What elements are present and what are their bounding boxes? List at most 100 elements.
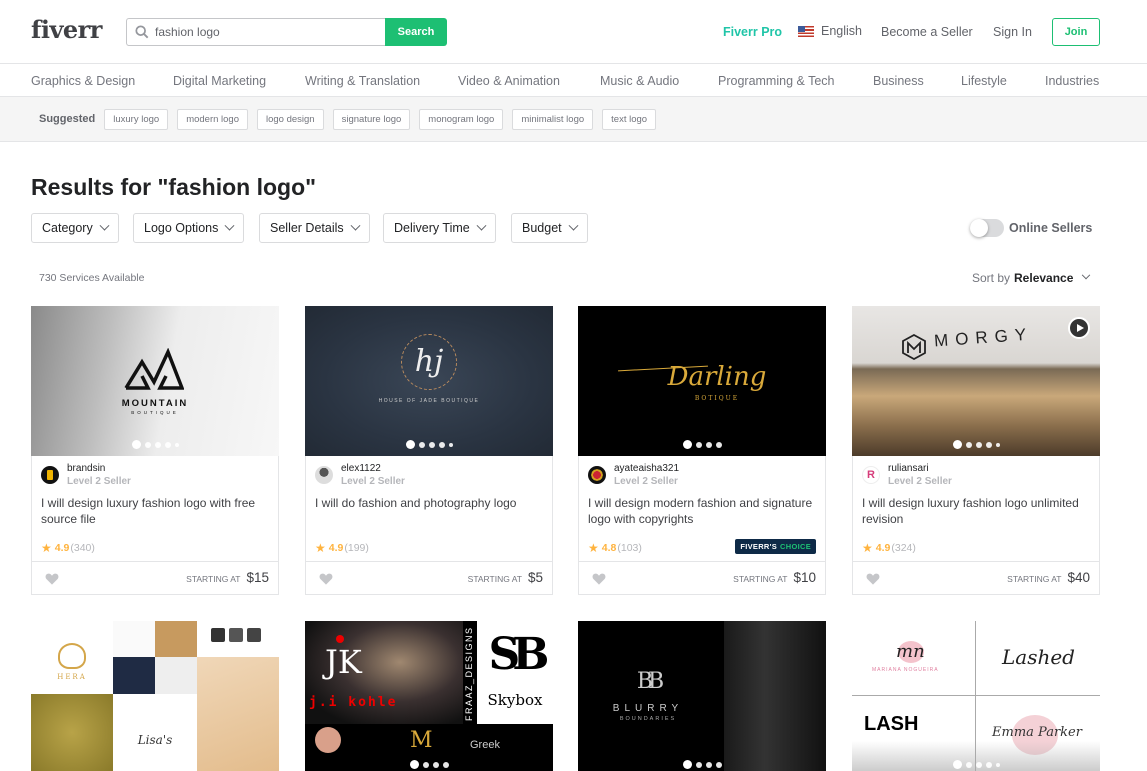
become-seller-link[interactable]: Become a Seller	[881, 25, 973, 39]
carousel-dot[interactable]	[131, 440, 141, 449]
services-count: 730 Services Available	[39, 272, 145, 284]
carousel-dot[interactable]	[705, 441, 712, 448]
carousel-dot[interactable]	[695, 441, 702, 448]
carousel-dot[interactable]	[715, 441, 722, 448]
category-nav: Graphics & Design Digital Marketing Writ…	[0, 65, 1147, 97]
star-icon: ★	[862, 541, 873, 555]
filter-category[interactable]: Category	[31, 213, 119, 243]
category-programming-tech[interactable]: Programming & Tech	[718, 74, 835, 88]
seller-name[interactable]: elex1122	[341, 463, 405, 474]
join-button[interactable]: Join	[1052, 18, 1100, 46]
suggested-chip[interactable]: minimalist logo	[512, 108, 594, 130]
rating-score: 4.9	[328, 542, 344, 554]
play-video-button[interactable]	[1068, 317, 1090, 339]
heart-icon[interactable]	[45, 573, 59, 585]
star-icon: ★	[588, 541, 599, 555]
sign-in-link[interactable]: Sign In	[993, 25, 1032, 39]
carousel-dot[interactable]	[144, 441, 151, 448]
carousel-dot[interactable]	[995, 442, 1000, 447]
heart-icon[interactable]	[866, 573, 880, 585]
carousel-dot[interactable]	[428, 441, 435, 448]
gig-thumbnail[interactable]: Darling BOTIQUE	[578, 306, 826, 456]
heart-icon[interactable]	[319, 573, 333, 585]
search-button[interactable]: Search	[385, 18, 447, 46]
sort-dropdown[interactable]: Sort by Relevance	[972, 270, 1091, 285]
gig-title[interactable]: I will design luxury fashion logo unlimi…	[862, 495, 1094, 527]
language-selector[interactable]: English	[798, 24, 862, 38]
gig-thumbnail[interactable]: hj HOUSE OF JADE BOUTIQUE	[305, 306, 553, 456]
gig-price[interactable]: STARTING AT $5	[468, 570, 543, 585]
gig-card[interactable]: hj HOUSE OF JADE BOUTIQUE elex1122 Level …	[305, 306, 553, 595]
gig-thumbnail[interactable]: HERA Lisa's	[31, 621, 279, 771]
gig-title[interactable]: I will design modern fashion and signatu…	[588, 495, 820, 527]
seller-name[interactable]: ayateaisha321	[614, 463, 679, 474]
carousel-dot[interactable]	[438, 441, 445, 448]
gig-thumbnail[interactable]: MORGY	[852, 306, 1100, 456]
mosaic-tile	[155, 657, 197, 694]
category-digital-marketing[interactable]: Digital Marketing	[173, 74, 266, 88]
online-sellers-toggle[interactable]	[970, 219, 1004, 237]
category-industries[interactable]: Industries	[1045, 74, 1099, 88]
gig-thumbnail[interactable]: mn MARIANA NOGUEIRA Lashed LASH Emma Par…	[852, 621, 1100, 771]
carousel-dot[interactable]	[174, 442, 179, 447]
toggle-knob	[970, 219, 988, 237]
fiverr-pro-link[interactable]: Fiverr Pro	[723, 25, 782, 39]
carousel-dots[interactable]	[852, 440, 1100, 449]
suggested-chip[interactable]: luxury logo	[104, 108, 169, 130]
thumb-text: j.i kohle	[309, 695, 398, 710]
carousel-dot[interactable]	[164, 441, 171, 448]
suggested-chip[interactable]: signature logo	[332, 108, 411, 130]
gig-card[interactable]: Darling BOTIQUE ayateaisha321 Level 2 Sel…	[578, 306, 826, 595]
carousel-dot[interactable]	[952, 440, 962, 449]
category-writing-translation[interactable]: Writing & Translation	[305, 74, 420, 88]
carousel-dot[interactable]	[448, 442, 453, 447]
search-input[interactable]	[155, 25, 375, 39]
carousel-dot[interactable]	[975, 441, 982, 448]
avatar[interactable]	[41, 466, 59, 484]
heart-icon[interactable]	[592, 573, 606, 585]
category-graphics-design[interactable]: Graphics & Design	[31, 74, 135, 88]
fiverr-logo[interactable]: fiverr	[31, 15, 102, 44]
search-field[interactable]	[126, 18, 386, 46]
category-music-audio[interactable]: Music & Audio	[600, 74, 679, 88]
gig-card[interactable]: MOUNTAIN BOUTIQUE brandsin Level 2 Seller…	[31, 306, 279, 595]
carousel-dots[interactable]	[305, 440, 553, 449]
filter-budget[interactable]: Budget	[511, 213, 588, 243]
carousel-dots[interactable]	[31, 440, 279, 449]
gig-price[interactable]: STARTING AT $15	[186, 570, 269, 585]
suggested-chip[interactable]: logo design	[257, 108, 324, 130]
carousel-dot[interactable]	[682, 440, 692, 449]
gig-thumbnail[interactable]: MOUNTAIN BOUTIQUE	[31, 306, 279, 456]
seller-level: Level 2 Seller	[888, 476, 952, 487]
filter-delivery-time[interactable]: Delivery Time	[383, 213, 496, 243]
carousel-dot[interactable]	[985, 441, 992, 448]
suggested-chip[interactable]: text logo	[602, 108, 657, 130]
avatar[interactable]	[588, 466, 606, 484]
gig-price[interactable]: STARTING AT $10	[733, 570, 816, 585]
carousel-dot[interactable]	[965, 441, 972, 448]
category-lifestyle[interactable]: Lifestyle	[961, 74, 1007, 88]
category-video-animation[interactable]: Video & Animation	[458, 74, 560, 88]
suggested-chip[interactable]: monogram logo	[419, 108, 504, 130]
carousel-dot[interactable]	[154, 441, 161, 448]
category-business[interactable]: Business	[873, 74, 924, 88]
filter-seller-details[interactable]: Seller Details	[259, 213, 370, 243]
avatar[interactable]: R	[862, 466, 880, 484]
rating-count: (103)	[617, 542, 642, 554]
carousel-dot[interactable]	[418, 441, 425, 448]
carousel-dots[interactable]	[578, 440, 826, 449]
seller-name[interactable]: brandsin	[67, 463, 131, 474]
gig-thumbnail[interactable]: JK j.i kohle FRAAZ_DESIGNS SB Skybox M G…	[305, 621, 553, 771]
chevron-down-icon	[99, 220, 110, 231]
gig-price[interactable]: STARTING AT $40	[1007, 570, 1090, 585]
avatar[interactable]	[315, 466, 333, 484]
gig-title[interactable]: I will design luxury fashion logo with f…	[41, 495, 273, 527]
gig-card[interactable]: MORGY R ruliansari Level 2 Seller I will …	[852, 306, 1100, 595]
gig-title[interactable]: I will do fashion and photography logo	[315, 495, 547, 511]
gig-thumbnail[interactable]: BB BLURRY BOUNDARIES	[578, 621, 826, 771]
seller-name[interactable]: ruliansari	[888, 463, 952, 474]
morgy-logo-mark	[902, 334, 926, 360]
carousel-dot[interactable]	[405, 440, 415, 449]
suggested-chip[interactable]: modern logo	[177, 108, 248, 130]
filter-logo-options[interactable]: Logo Options	[133, 213, 245, 243]
